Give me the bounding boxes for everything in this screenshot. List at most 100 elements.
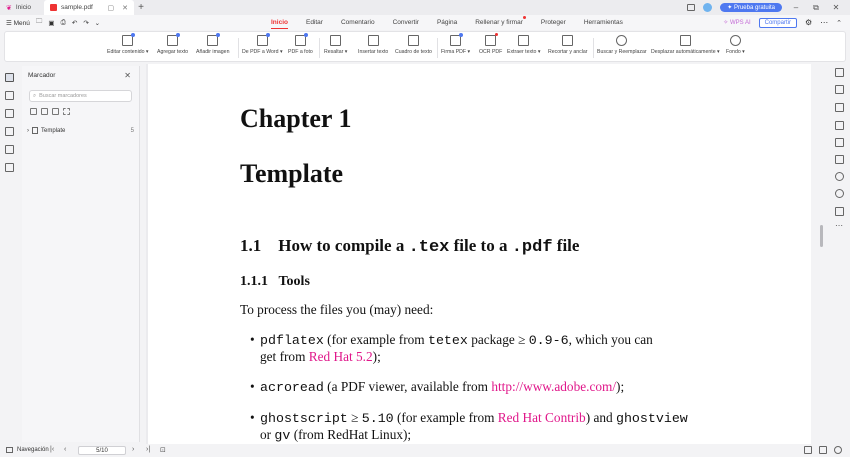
eye-icon — [729, 35, 741, 46]
tab-home[interactable]: ❦ Inicio — [0, 0, 44, 15]
settings-icon[interactable]: ⚙ — [805, 18, 812, 27]
edit-panel-icon[interactable] — [835, 85, 844, 94]
wps-ai-button[interactable]: ✧ WPS AI — [723, 19, 750, 26]
layers-panel-icon[interactable] — [5, 163, 14, 172]
delete-bookmark-icon[interactable] — [63, 108, 70, 115]
tab-rellenar-y-firmar[interactable]: Rellenar y firmar — [466, 15, 532, 30]
page-number-input[interactable]: 5/10 — [78, 446, 126, 455]
single-page-view-icon[interactable] — [804, 446, 812, 454]
properties-icon[interactable] — [835, 68, 844, 77]
chevron-down-icon[interactable]: ⌄ — [95, 19, 100, 27]
body-text: ); — [372, 349, 381, 364]
tab-comentario[interactable]: Comentario — [332, 15, 384, 30]
image-panel-icon[interactable] — [835, 103, 844, 112]
window-layout-icon[interactable] — [687, 4, 696, 11]
minimize-icon[interactable]: – — [790, 3, 802, 12]
close-panel-icon[interactable]: ✕ — [124, 71, 131, 80]
find-replace-label: Buscar y Reemplazar — [597, 49, 647, 55]
tab-herramientas[interactable]: Herramientas — [575, 15, 632, 30]
highlight-button[interactable]: Resaltar ▾ — [324, 35, 347, 61]
tab-comentario-label: Comentario — [340, 19, 375, 26]
last-page-icon[interactable]: ›| — [146, 446, 150, 453]
restore-icon[interactable]: ▢ — [108, 4, 115, 12]
attachment-panel-icon[interactable] — [5, 145, 14, 154]
text-box-button[interactable]: Cuadro de texto — [395, 35, 432, 61]
compare-panel-icon[interactable] — [835, 138, 844, 147]
add-bookmark-icon[interactable] — [30, 108, 37, 115]
new-tab-button[interactable]: + — [134, 2, 148, 13]
comment-panel-icon[interactable] — [5, 109, 14, 118]
maximize-icon[interactable]: ⧉ — [810, 3, 822, 13]
pdf-to-photo-button[interactable]: PDF a foto — [288, 33, 313, 61]
more-icon[interactable]: ⋯ — [820, 18, 828, 27]
first-page-icon[interactable]: |‹ — [50, 446, 54, 453]
link-adobe[interactable]: http://www.adobe.com/ — [491, 379, 616, 394]
bookmark-item[interactable]: › Template 5 — [27, 125, 134, 136]
zoom-panel-icon[interactable] — [835, 172, 844, 181]
extract-text-icon — [518, 35, 530, 46]
insert-text-button[interactable]: Insertar texto — [358, 35, 388, 61]
undo-icon[interactable]: ↶ — [72, 19, 77, 27]
menu-button[interactable]: ☰ Menú — [6, 19, 30, 27]
crop-anchor-button[interactable]: Recortar y anclar — [548, 35, 588, 61]
wps-ai-label: WPS AI — [729, 20, 751, 26]
tab-inicio[interactable]: Inicio — [262, 15, 297, 30]
document-viewport[interactable]: Chapter 1 Template 1.1 How to compile a … — [146, 64, 811, 444]
body-text: ); — [616, 379, 625, 394]
close-window-icon[interactable]: ✕ — [830, 3, 842, 12]
ai-sparkle-icon: ✧ — [723, 20, 729, 26]
chevron-right-icon[interactable]: › — [27, 128, 29, 134]
double-page-view-icon[interactable] — [819, 446, 827, 454]
divider — [437, 38, 438, 58]
tab-pagina[interactable]: Página — [428, 15, 466, 30]
help-icon[interactable] — [835, 189, 844, 198]
tab-proteger[interactable]: Proteger — [532, 15, 575, 30]
auto-scroll-button[interactable]: Desplazar automáticamente ▾ — [651, 35, 720, 61]
plugin-icon[interactable] — [835, 207, 844, 216]
pdf-signature-button[interactable]: Firma PDF ▾ — [441, 33, 470, 61]
free-trial-button[interactable]: ✦ Prueba gratuita — [720, 3, 782, 12]
share-button[interactable]: Compartir — [758, 17, 797, 28]
reading-mode-icon[interactable] — [834, 446, 842, 454]
pen-panel-icon[interactable] — [835, 121, 844, 130]
print-icon[interactable]: ⎙ — [61, 19, 66, 27]
close-tab-icon[interactable]: ✕ — [122, 4, 128, 12]
save-icon[interactable]: ▣ — [48, 19, 54, 27]
vertical-scrollbar[interactable] — [817, 64, 825, 444]
prev-page-icon[interactable]: ‹ — [64, 446, 66, 453]
redo-icon[interactable]: ↷ — [83, 19, 88, 27]
add-child-bookmark-icon[interactable] — [41, 108, 48, 115]
open-folder-icon[interactable]: 🗀 — [36, 17, 43, 28]
add-text-button[interactable]: Agregar texto — [157, 33, 189, 61]
more-tools-icon[interactable]: ⋯ — [835, 221, 843, 230]
ocr-pdf-button[interactable]: OCR PDF — [479, 33, 502, 61]
bookmark-panel-icon[interactable] — [5, 73, 14, 82]
tag-panel-icon[interactable] — [5, 127, 14, 136]
bookmark-search-input[interactable]: ⌕ Buscar marcadores — [29, 90, 132, 102]
back-view-icon[interactable]: ⊡ — [160, 446, 166, 454]
edit-content-icon — [122, 33, 136, 46]
avatar[interactable] — [703, 3, 713, 12]
tab-sample-pdf[interactable]: sample.pdf ▢ ✕ — [44, 0, 134, 15]
bookmark-panel-title: Marcador — [28, 72, 56, 79]
pdf-to-word-button[interactable]: De PDF a Word ▾ — [242, 33, 283, 61]
scrollbar-thumb[interactable] — [820, 225, 823, 247]
insert-text-icon — [367, 35, 379, 46]
expand-bookmarks-icon[interactable] — [52, 108, 59, 115]
collapse-ribbon-icon[interactable]: ⌃ — [836, 19, 842, 27]
next-page-icon[interactable]: › — [132, 446, 134, 453]
edit-content-button[interactable]: Editar contenido ▾ — [107, 33, 149, 61]
save-panel-icon[interactable] — [835, 155, 844, 164]
link-red-hat-contrib[interactable]: Red Hat Contrib — [498, 410, 586, 425]
find-replace-button[interactable]: Buscar y Reemplazar — [597, 35, 647, 61]
add-text-label: Agregar texto — [157, 49, 189, 55]
background-button[interactable]: Fondo ▾ — [726, 35, 745, 61]
navigation-toggle[interactable]: Navegación — [6, 447, 49, 453]
extract-text-button[interactable]: Extraer texto ▾ — [507, 35, 540, 61]
tab-editar[interactable]: Editar — [297, 15, 332, 30]
thumbnail-panel-icon[interactable] — [5, 91, 14, 100]
tab-convertir[interactable]: Convertir — [384, 15, 428, 30]
add-image-button[interactable]: Añadir imagen — [196, 33, 229, 61]
body-text: ≥ — [347, 410, 362, 425]
link-red-hat-5-2[interactable]: Red Hat 5.2 — [309, 349, 373, 364]
